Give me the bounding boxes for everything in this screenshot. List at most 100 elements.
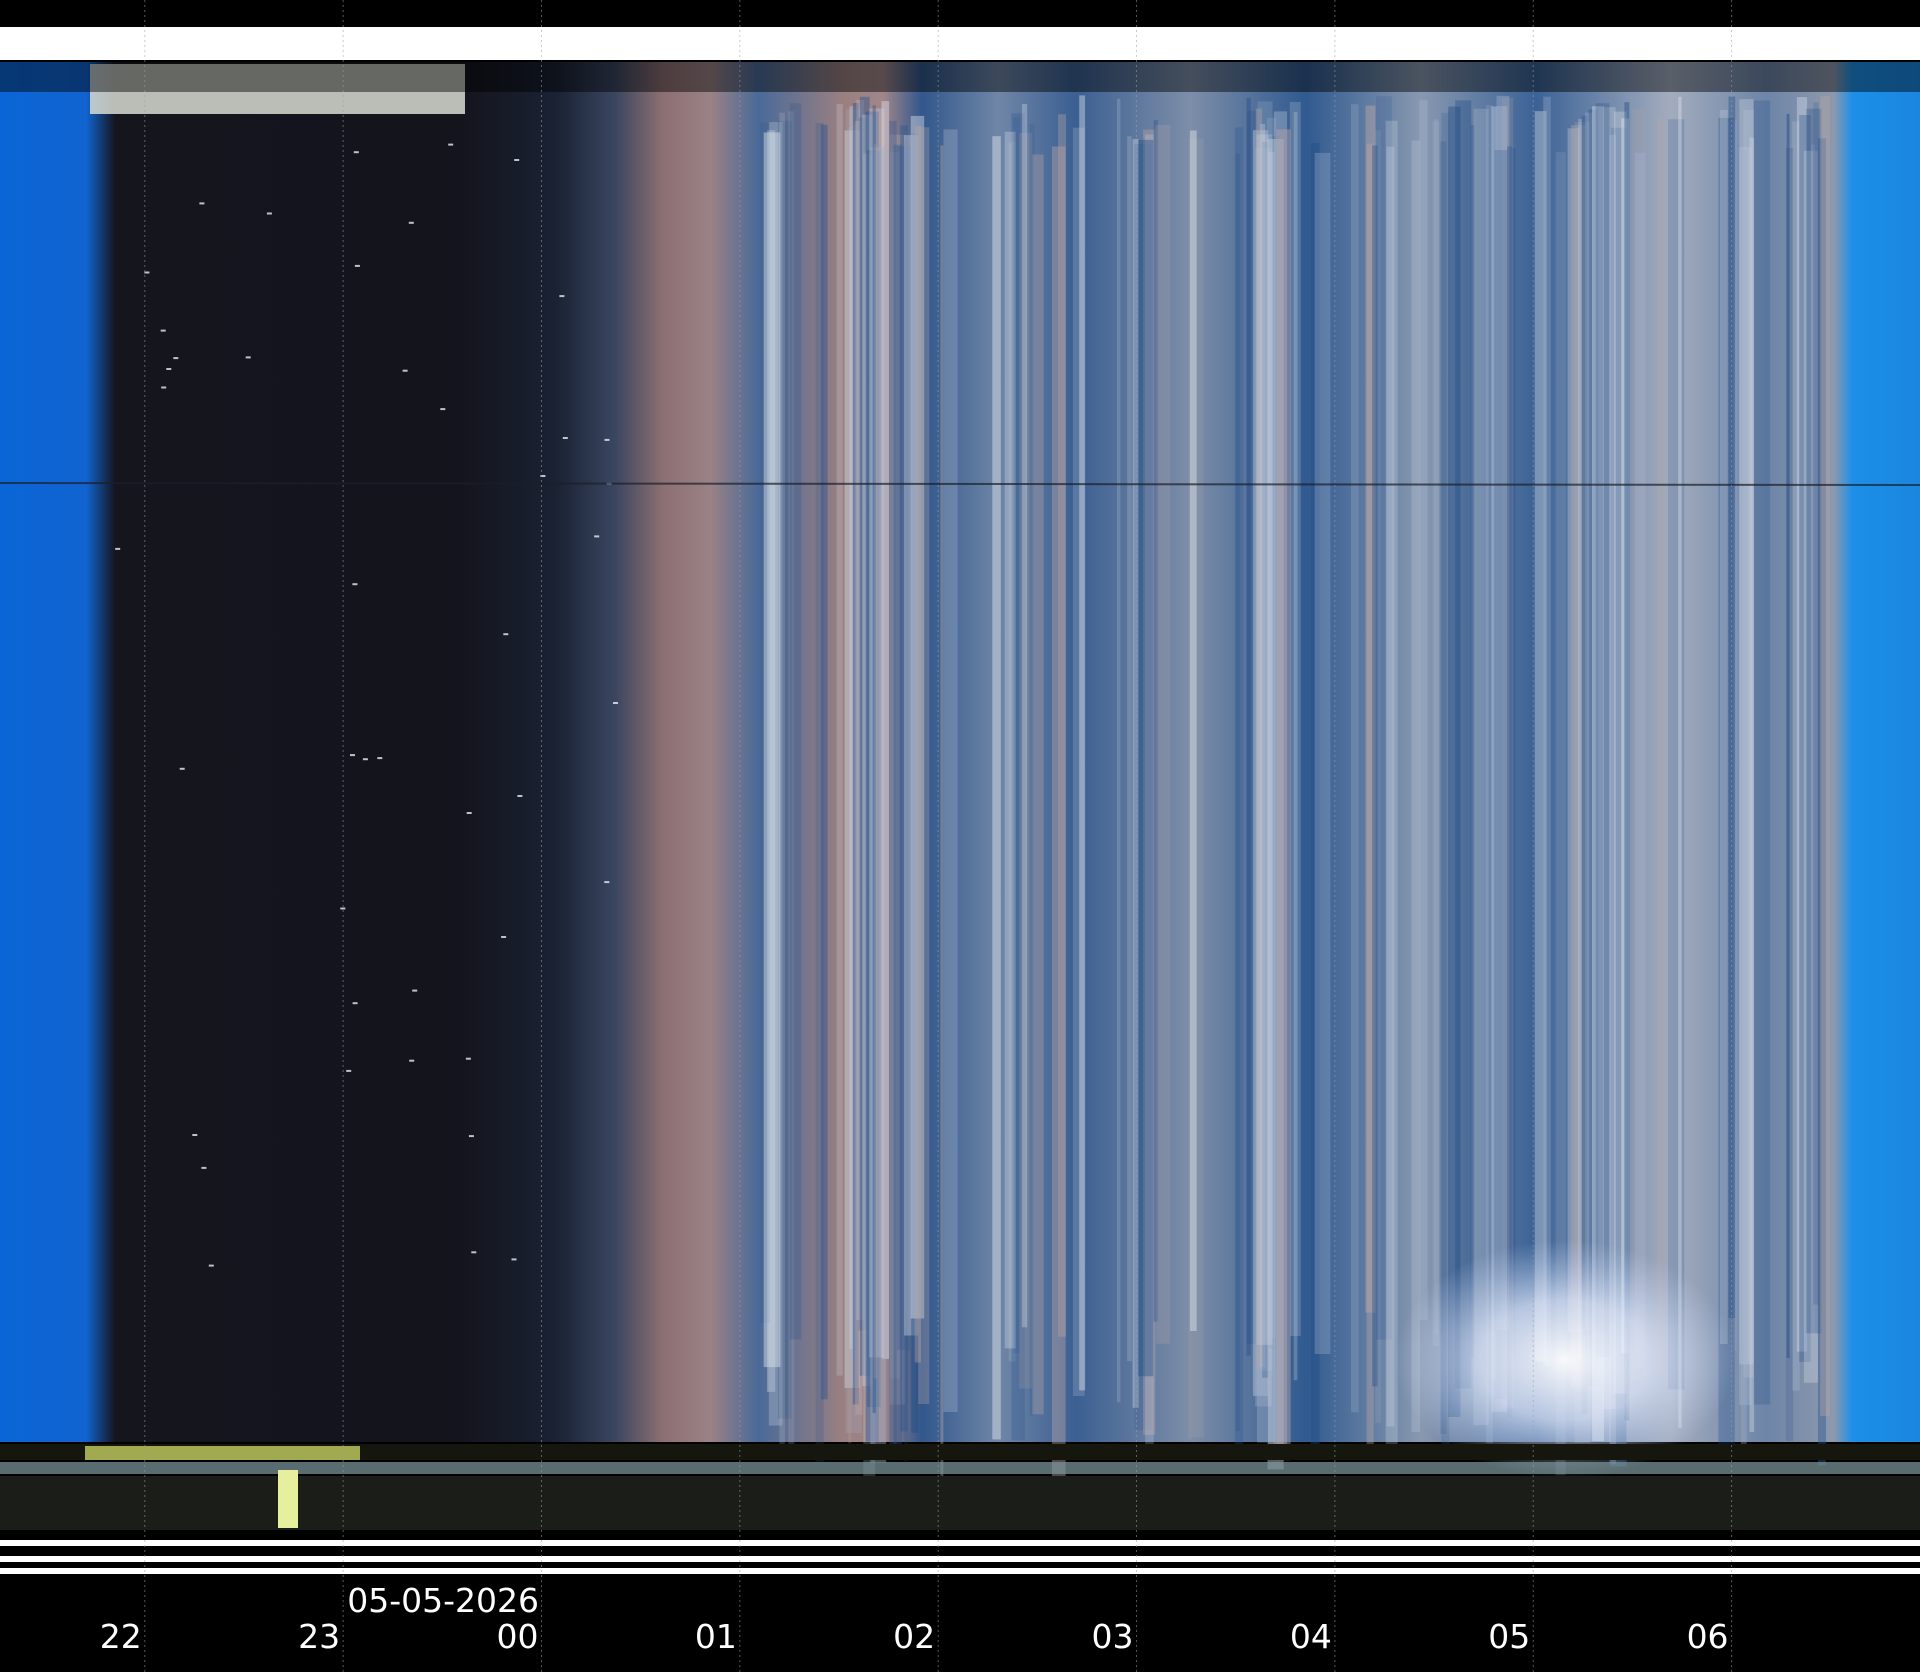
cloud-streak: [1013, 117, 1020, 1354]
cloud-streak: [1256, 134, 1273, 1345]
tick-label-04: 04: [1290, 1617, 1332, 1656]
star-trail: [115, 547, 121, 550]
cloud-streak: [1753, 100, 1771, 1405]
tick-label-22: 22: [100, 1617, 142, 1656]
cloud-streak: [1440, 141, 1447, 1434]
cloud-streak: [1155, 125, 1171, 1344]
star-trail: [604, 881, 610, 884]
cloud-streak: [1624, 102, 1630, 1421]
star-trail: [352, 1002, 358, 1005]
cloud-streak: [940, 145, 944, 1485]
star-trail: [471, 1251, 477, 1254]
cloud-streak: [1657, 115, 1663, 1375]
cloud-streak: [1668, 119, 1685, 1390]
star-trail: [160, 329, 166, 332]
cloud-streak: [1032, 154, 1044, 1415]
star-trail: [161, 386, 167, 389]
star-trail: [448, 143, 454, 146]
status-strip-yellow: [85, 1446, 360, 1460]
cloud-streak: [873, 144, 878, 1379]
star-trail: [559, 295, 565, 298]
cloud-streak: [943, 129, 958, 1412]
cloud-streak: [1455, 100, 1472, 1389]
cloud-streak: [1432, 121, 1440, 1346]
cloud-streak: [1719, 109, 1728, 1344]
star-trail: [562, 437, 568, 439]
star-trail: [173, 357, 179, 360]
cloud-streak: [1293, 111, 1298, 1381]
star-trail: [346, 1069, 352, 1072]
cloud-streak: [1117, 98, 1121, 1403]
cloud-streak: [1813, 102, 1819, 1305]
tick-label-02: 02: [893, 1617, 935, 1656]
tick-label-23: 23: [298, 1617, 340, 1656]
star-trail: [594, 535, 600, 538]
tick-label-00: 00: [496, 1617, 538, 1656]
star-trail: [466, 812, 472, 814]
cloud-streak: [1634, 152, 1646, 1368]
star-trail: [514, 159, 520, 161]
cloud-streak: [1021, 103, 1028, 1328]
cloud-streak: [1786, 113, 1790, 1358]
star-trail: [266, 212, 272, 215]
star-trail: [465, 1057, 471, 1060]
sky-area: [0, 62, 1920, 1530]
star-trail: [352, 583, 358, 586]
bottom-band-3: [0, 1568, 1920, 1574]
star-trail: [201, 1166, 207, 1169]
cloud-streak: [1678, 96, 1682, 1428]
cloud-streak: [1820, 96, 1830, 1416]
star-trail: [179, 767, 185, 770]
star-trail: [340, 907, 346, 910]
cloud-streak: [1127, 136, 1132, 1362]
star-trail: [440, 408, 446, 411]
star-trail: [199, 202, 205, 205]
cloud-streak: [1740, 151, 1747, 1458]
star-trail: [613, 702, 618, 704]
star-trail: [353, 151, 359, 154]
cloud-streak: [1235, 153, 1240, 1432]
cloud-streak: [1276, 129, 1291, 1461]
star-trail: [354, 264, 360, 267]
cloud-streak: [1386, 146, 1395, 1427]
cloud-streak: [1595, 103, 1610, 1357]
cloud-streak: [779, 112, 785, 1453]
tick-label-05: 05: [1488, 1617, 1530, 1656]
cloud-streak: [1138, 139, 1154, 1377]
bottom-band-2: [0, 1556, 1920, 1562]
star-trail: [408, 221, 414, 224]
cloud-streak: [1473, 108, 1489, 1426]
cloud-streak: [992, 136, 1001, 1440]
star-trail: [166, 368, 172, 370]
star-trail: [501, 936, 507, 938]
cloud-streak: [1419, 100, 1428, 1321]
cloud-streak: [1578, 118, 1582, 1359]
cloud-streak: [914, 125, 921, 1363]
star-trail: [412, 989, 418, 992]
cloud-streak: [1189, 130, 1197, 1331]
star-trail: [377, 757, 383, 760]
cloud-streak: [1512, 148, 1516, 1355]
cloud-streak: [763, 132, 781, 1368]
cloud-streak: [1543, 96, 1551, 1367]
star-trail: [511, 1258, 517, 1261]
cloud-streak: [789, 103, 802, 1340]
cloud-streak: [889, 120, 897, 1447]
tick-label-06: 06: [1687, 1617, 1729, 1656]
star-trail: [402, 369, 408, 372]
cloud-streak: [1351, 104, 1359, 1413]
date-label: 05-05-2026: [347, 1581, 539, 1620]
cloud-streak: [1411, 140, 1421, 1432]
bottom-band-1: [0, 1540, 1920, 1546]
tick-label-03: 03: [1092, 1617, 1134, 1656]
star-trail: [409, 1059, 415, 1062]
star-trail: [468, 1135, 474, 1138]
cloud-streak: [1314, 152, 1331, 1354]
star-trail: [517, 795, 523, 797]
cloud-streak: [836, 104, 843, 1376]
cloud-streak: [1058, 114, 1066, 1337]
status-marker: [278, 1470, 298, 1528]
star-trail: [192, 1134, 198, 1136]
top-band: [0, 27, 1920, 60]
cloud-streak: [1372, 145, 1378, 1387]
